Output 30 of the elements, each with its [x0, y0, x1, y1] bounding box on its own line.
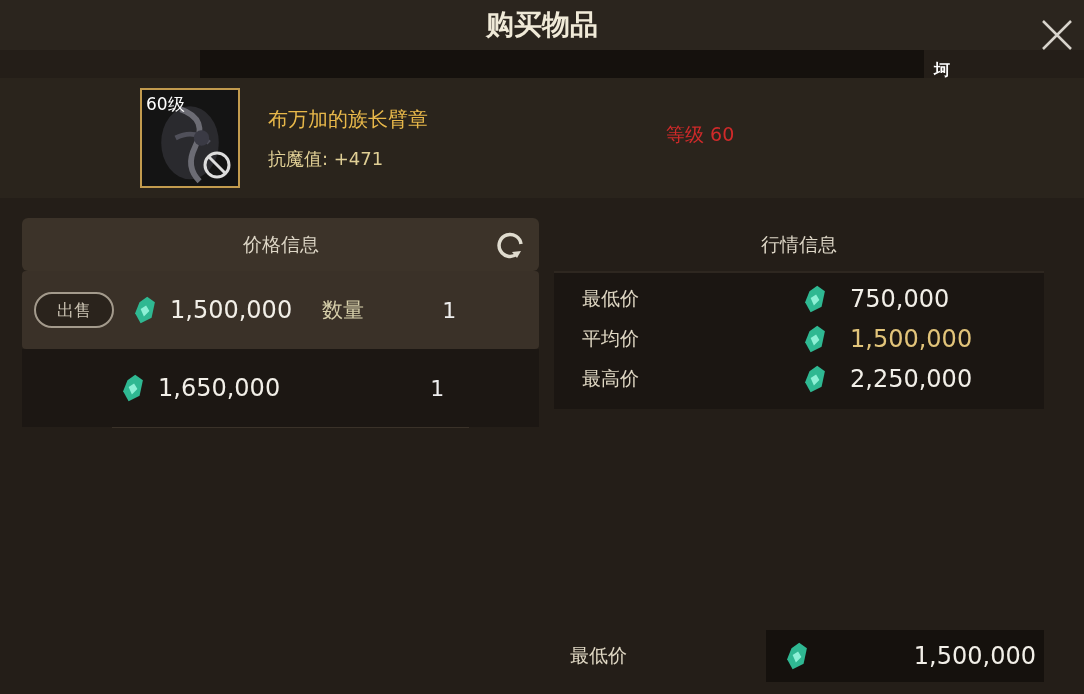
gem-icon: [786, 641, 808, 671]
listing-row[interactable]: 出售 1,500,000 数量 1: [22, 271, 539, 349]
gem-icon: [804, 284, 826, 314]
level-label: 60级: [146, 93, 185, 116]
sell-button[interactable]: 出售: [34, 292, 114, 328]
refresh-icon[interactable]: [495, 230, 525, 260]
price-text: 1,500,000: [913, 642, 1036, 670]
stat-label: 最高价: [582, 366, 640, 391]
price-text: 1,500,000: [170, 296, 293, 324]
window-title: 购买物品: [486, 7, 598, 43]
quantity-text: 1: [430, 375, 445, 401]
gem-icon: [804, 324, 826, 354]
item-stat: 抗魔值: +471: [268, 146, 385, 171]
stat-value: 750,000: [850, 285, 950, 313]
gem-icon: [804, 364, 826, 394]
level-requirement: 等级 60: [666, 122, 735, 147]
price-text: 1,650,000: [158, 374, 281, 402]
stat-label: 最低价: [582, 286, 640, 311]
stat-value: 1,500,000: [850, 325, 973, 353]
gem-icon: [134, 295, 156, 325]
stat-label: 平均价: [582, 326, 640, 351]
quantity-label: 数量: [322, 297, 366, 324]
panel-title: 价格信息: [242, 231, 319, 257]
stat-label: 最低价: [570, 643, 628, 668]
item-name: 布万加的族长臂章: [268, 105, 429, 133]
text-fragment: 坷: [934, 60, 950, 81]
quantity-text: 1: [442, 297, 457, 323]
listing-row[interactable]: 1,650,000 1: [22, 349, 539, 427]
stat-value: 2,250,000: [850, 365, 973, 393]
gem-icon: [122, 373, 144, 403]
